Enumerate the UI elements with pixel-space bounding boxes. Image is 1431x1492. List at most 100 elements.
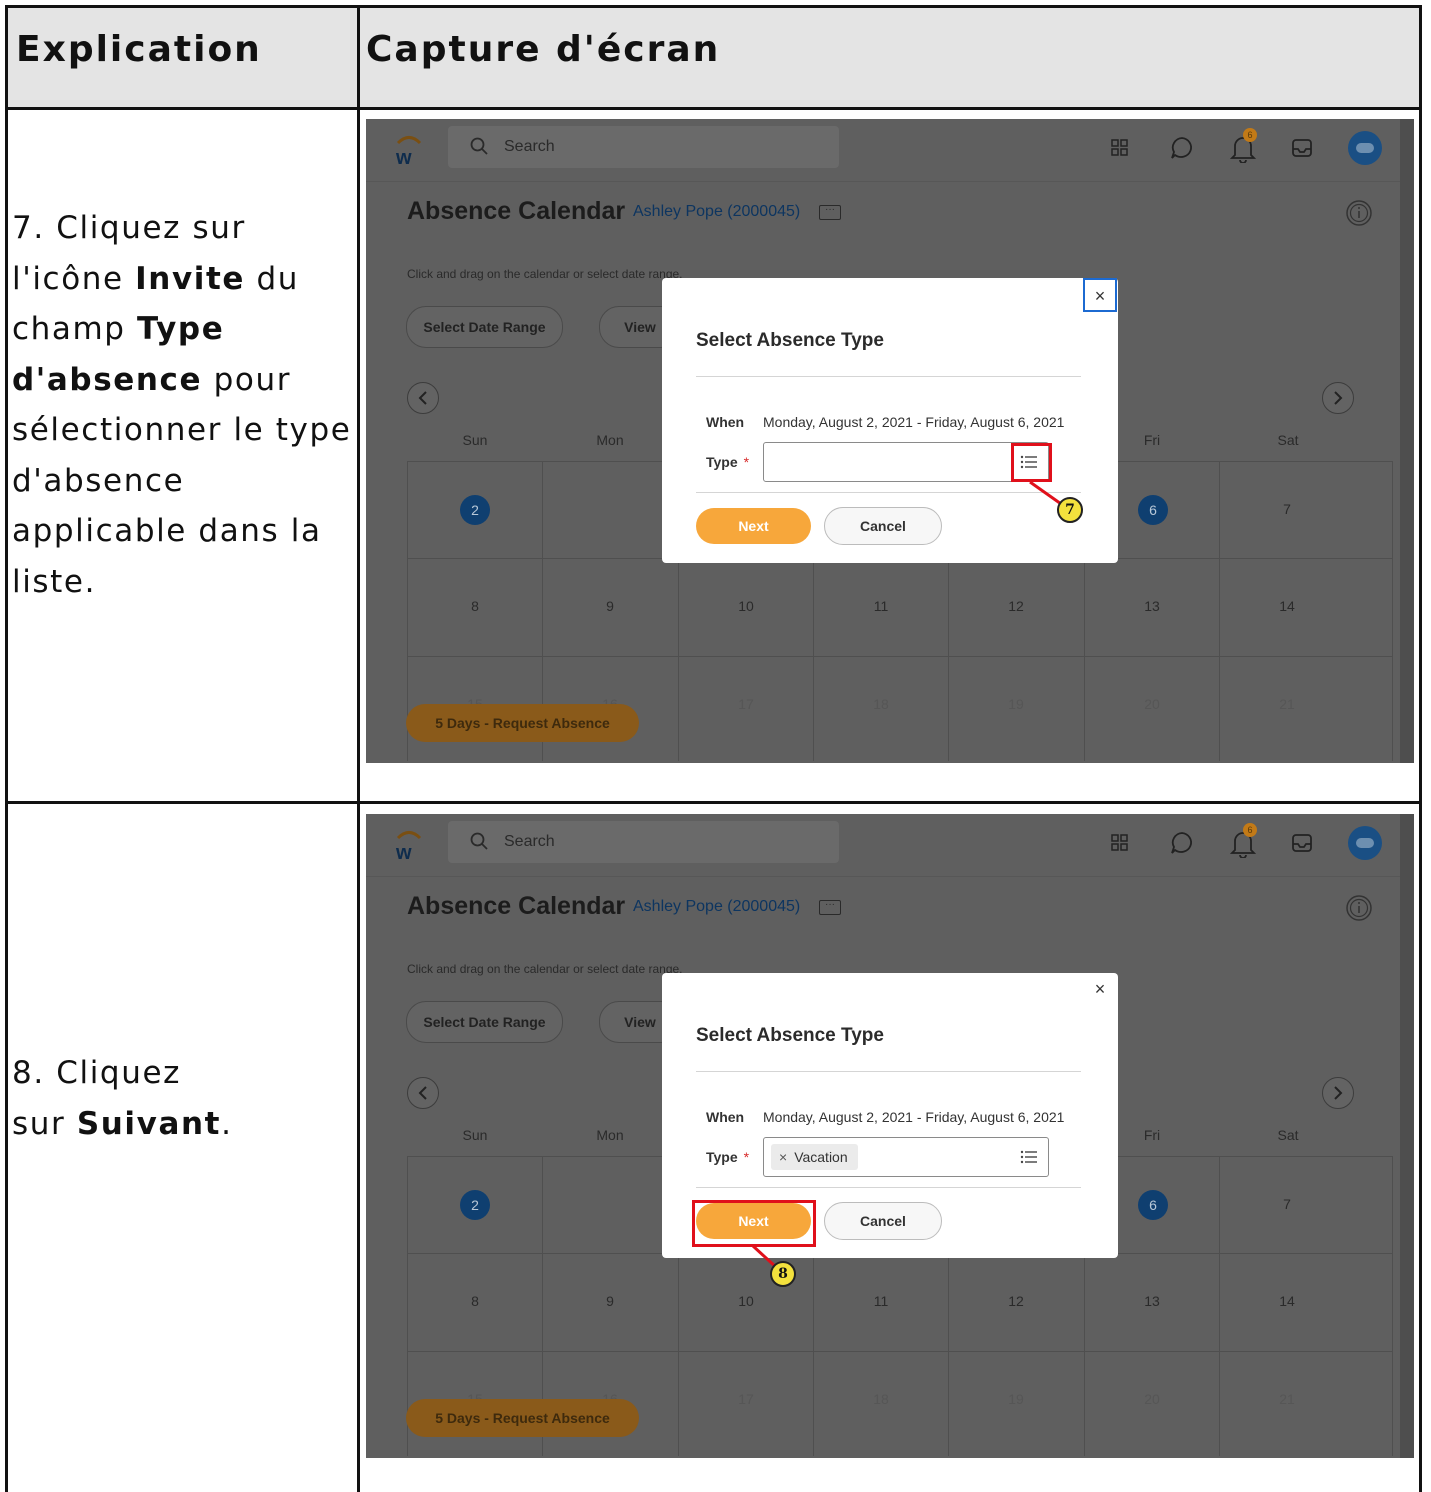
calendar-day[interactable]: 13	[1084, 598, 1220, 614]
calendar-day[interactable]: 9	[542, 1293, 678, 1309]
close-icon[interactable]: ×	[1083, 973, 1117, 1007]
next-month-button[interactable]	[1322, 382, 1354, 414]
svg-text:w: w	[395, 842, 412, 862]
calendar-day-selected[interactable]: 2	[460, 495, 490, 525]
type-label: Type *	[706, 1149, 750, 1165]
calendar-day[interactable]: 20	[1084, 1391, 1220, 1407]
remove-chip-icon[interactable]: ×	[779, 1149, 787, 1165]
search-input[interactable]: Search	[448, 821, 839, 863]
apps-grid-icon[interactable]	[1111, 834, 1129, 852]
header-explication: Explication	[16, 29, 262, 70]
dialog-title: Select Absence Type	[696, 1025, 884, 1046]
search-icon	[470, 137, 488, 155]
calendar-day[interactable]: 20	[1084, 696, 1220, 712]
calendar-day[interactable]: 18	[813, 696, 949, 712]
when-label: When	[706, 414, 745, 430]
chat-icon[interactable]	[1170, 831, 1194, 855]
calendar-day[interactable]: 11	[813, 598, 949, 614]
select-date-range-button[interactable]: Select Date Range	[406, 306, 563, 348]
chat-icon[interactable]	[1170, 136, 1194, 160]
search-icon	[470, 832, 488, 850]
worker-link[interactable]: Ashley Pope (2000045)	[633, 203, 800, 221]
select-absence-type-dialog: × Select Absence Type When Monday, Augus…	[662, 278, 1118, 563]
related-actions-button[interactable]: ···	[819, 205, 841, 220]
search-input[interactable]: Search	[448, 126, 839, 168]
next-month-button[interactable]	[1322, 1077, 1354, 1109]
table-border-left	[5, 5, 8, 1492]
calendar-day[interactable]: 12	[948, 598, 1084, 614]
weekday-label: Mon	[596, 1127, 624, 1143]
calendar-day-selected[interactable]: 6	[1138, 1190, 1168, 1220]
calendar-day[interactable]: 10	[678, 1293, 814, 1309]
calendar-day-selected[interactable]: 2	[460, 1190, 490, 1220]
calendar-day[interactable]: 11	[813, 1293, 949, 1309]
calendar-day[interactable]: 7	[1219, 1196, 1355, 1212]
calendar-day[interactable]: 21	[1219, 1391, 1355, 1407]
calendar-day[interactable]: 17	[678, 1391, 814, 1407]
highlight-box	[1011, 443, 1052, 482]
prev-month-button[interactable]	[407, 1077, 439, 1109]
cancel-button[interactable]: Cancel	[824, 507, 942, 545]
next-button[interactable]: Next	[696, 508, 811, 544]
info-icon[interactable]	[1345, 894, 1373, 922]
inbox-icon[interactable]	[1291, 137, 1313, 159]
cloud-icon	[1356, 838, 1374, 848]
explanation-step-7: 7. Cliquez sur l'icône Invite du champ T…	[12, 210, 352, 600]
request-absence-button[interactable]: 5 Days - Request Absence	[406, 704, 639, 742]
cancel-button[interactable]: Cancel	[824, 1202, 942, 1240]
cloud-icon	[1356, 143, 1374, 153]
header-cell-capture: Capture d'écran	[360, 7, 1420, 108]
info-icon[interactable]	[1345, 199, 1373, 227]
worker-link[interactable]: Ashley Pope (2000045)	[633, 898, 800, 916]
highlight-box	[692, 1200, 816, 1247]
calendar-day[interactable]: 21	[1219, 696, 1355, 712]
workday-logo: w	[395, 831, 422, 862]
chevron-right-icon	[1334, 391, 1343, 405]
scrollbar[interactable]	[1400, 814, 1414, 1458]
type-label: Type *	[706, 454, 750, 470]
when-value: Monday, August 2, 2021 - Friday, August …	[763, 1109, 1065, 1125]
apps-grid-icon[interactable]	[1111, 139, 1129, 157]
header-divider	[5, 107, 1422, 110]
chevron-right-icon	[1334, 1086, 1343, 1100]
screenshot-step-8: w Search 6 Absence Calendar Ashley Pope …	[366, 814, 1414, 1458]
profile-avatar[interactable]	[1348, 131, 1382, 165]
select-date-range-button[interactable]: Select Date Range	[406, 1001, 563, 1043]
calendar-day-selected[interactable]: 6	[1138, 495, 1168, 525]
calendar-day[interactable]: 14	[1219, 1293, 1355, 1309]
required-marker: *	[743, 454, 750, 470]
absence-type-input[interactable]	[763, 442, 1049, 482]
notification-badge: 6	[1243, 128, 1257, 142]
calendar-day[interactable]: 8	[407, 598, 543, 614]
calendar-day[interactable]: 12	[948, 1293, 1084, 1309]
calendar-day[interactable]: 18	[813, 1391, 949, 1407]
calendar-day[interactable]: 7	[1219, 501, 1355, 517]
when-label: When	[706, 1109, 745, 1125]
weekday-label: Sun	[462, 432, 488, 448]
related-actions-button[interactable]: ···	[819, 900, 841, 915]
calendar-day[interactable]: 13	[1084, 1293, 1220, 1309]
prev-month-button[interactable]	[407, 382, 439, 414]
calendar-day[interactable]: 19	[948, 1391, 1084, 1407]
calendar-day[interactable]: 14	[1219, 598, 1355, 614]
chevron-left-icon	[418, 391, 427, 405]
weekday-label: Sun	[462, 1127, 488, 1143]
inbox-icon[interactable]	[1291, 832, 1313, 854]
prompt-list-icon[interactable]	[1020, 1150, 1038, 1164]
table-divider	[357, 5, 360, 1492]
required-marker: *	[743, 1149, 750, 1165]
weekday-label: Sat	[1277, 432, 1299, 448]
absence-type-input[interactable]: × Vacation	[763, 1137, 1049, 1177]
calendar-hint: Click and drag on the calendar or select…	[407, 962, 683, 976]
callout-marker: 8	[770, 1261, 796, 1287]
calendar-day[interactable]: 9	[542, 598, 678, 614]
profile-avatar[interactable]	[1348, 826, 1382, 860]
calendar-day[interactable]: 17	[678, 696, 814, 712]
request-absence-button[interactable]: 5 Days - Request Absence	[406, 1399, 639, 1437]
calendar-day[interactable]: 8	[407, 1293, 543, 1309]
scrollbar[interactable]	[1400, 119, 1414, 763]
calendar-day[interactable]: 10	[678, 598, 814, 614]
calendar-day[interactable]: 19	[948, 696, 1084, 712]
dialog-title: Select Absence Type	[696, 330, 884, 351]
close-icon[interactable]: ×	[1083, 278, 1117, 312]
